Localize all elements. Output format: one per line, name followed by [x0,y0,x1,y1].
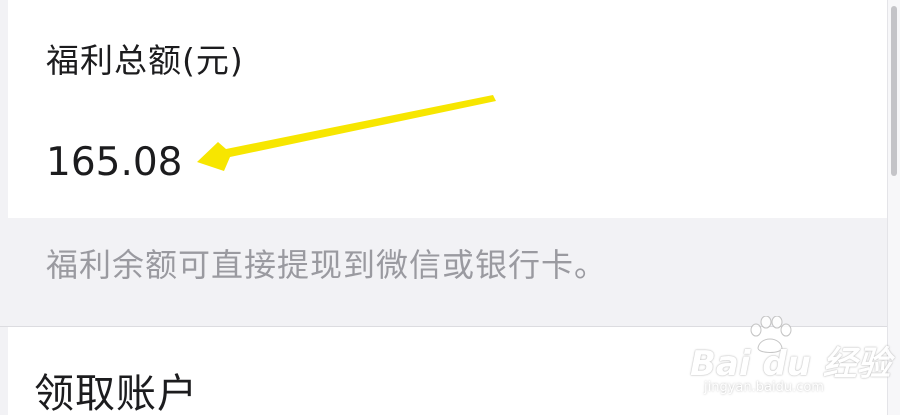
watermark-logo: Bai du 经验 [690,344,891,384]
welfare-total-card: 福利总额(元) 165.08 [8,0,888,218]
withdraw-note: 福利余额可直接提现到微信或银行卡。 [46,246,608,284]
welfare-total-label: 福利总额(元) [46,41,244,80]
screen: 福利总额(元) 165.08 福利余额可直接提现到微信或银行卡。 领取账户 Ba… [0,0,900,415]
welfare-total-amount: 165.08 [46,140,183,185]
receive-account-title: 领取账户 [34,371,198,415]
baidu-jingyan-watermark: Bai du 经验 jingyan.baidu.com [690,316,891,396]
watermark-url: jingyan.baidu.com [704,380,824,395]
scrollbar-thumb[interactable] [891,6,897,176]
